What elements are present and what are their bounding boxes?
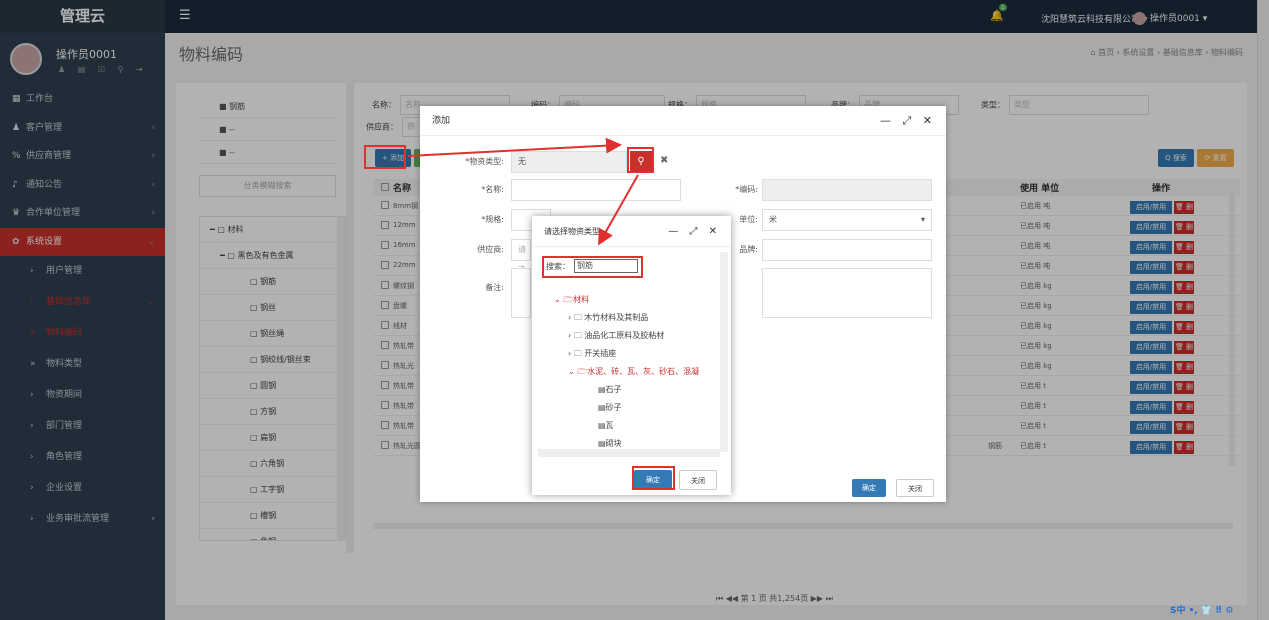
clear-icon[interactable]: ✖ (660, 155, 668, 166)
highlight-search-button (627, 147, 654, 173)
name-label: *名称: (481, 185, 504, 194)
unit-select[interactable]: 米 ▾ (762, 209, 932, 231)
supplier-label: 供应商: (477, 245, 504, 254)
add-ok-button[interactable]: 确定 (852, 479, 886, 497)
code-label: *编码: (735, 185, 758, 194)
ime-toolbar[interactable]: S中 •, 👕 ⠿ ⚙ (1170, 603, 1234, 616)
type-dialog-window-controls[interactable]: — ⤢ ✕ (668, 216, 721, 247)
type-tree-node[interactable]: ⌄ 🗁材料 (554, 294, 589, 308)
type-tree-node[interactable]: ▤石子 (598, 384, 622, 395)
type-tree-node[interactable]: › 🗀 木竹材料及其制品 (568, 312, 648, 326)
highlight-type-ok (632, 466, 675, 490)
type-tree-scrollbar[interactable] (720, 252, 728, 452)
type-tree-node[interactable]: › 🗀 油品化工原料及胶粘材 (568, 330, 664, 344)
supplier-input[interactable]: 请选 (511, 239, 531, 274)
type-field[interactable]: 无 (511, 151, 627, 173)
remark-input[interactable] (511, 268, 531, 318)
type-tree-node[interactable]: ▤瓦 (598, 420, 614, 431)
highlight-add-button (364, 145, 406, 169)
type-tree-node[interactable]: ▤砂子 (598, 402, 622, 413)
unit-value: 米 (769, 215, 777, 224)
type-tree-node[interactable]: ⌄ 🗁水泥、砖、瓦、灰、砂石、混凝 (568, 366, 699, 380)
spec-label: *规格: (481, 215, 504, 224)
remark-textarea[interactable] (762, 268, 932, 318)
type-dialog-header: 请选择物资类型 — ⤢ ✕ (532, 216, 731, 247)
type-tree-node[interactable]: › 🗀 开关插座 (568, 348, 616, 362)
code-input[interactable] (762, 179, 932, 201)
highlight-type-search (542, 256, 643, 278)
add-close-button[interactable]: 关闭 (896, 479, 934, 497)
type-close-button[interactable]: 关闭 (679, 470, 717, 490)
chevron-down-icon: ▾ (920, 215, 925, 224)
type-tree-node[interactable]: ▤砌块 (598, 438, 622, 449)
remark-label: 备注: (485, 283, 504, 292)
add-dialog-title: 添加 (432, 116, 451, 126)
add-dialog-window-controls[interactable]: — ⤢ ✕ (880, 106, 936, 136)
add-dialog-header: 添加 — ⤢ ✕ (420, 106, 946, 136)
type-dialog-title: 请选择物资类型 (544, 227, 600, 236)
name-input[interactable] (511, 179, 681, 201)
type-label: *物资类型: (465, 157, 504, 166)
type-tree-hscrollbar[interactable] (538, 449, 720, 457)
brand-input[interactable] (762, 239, 932, 261)
